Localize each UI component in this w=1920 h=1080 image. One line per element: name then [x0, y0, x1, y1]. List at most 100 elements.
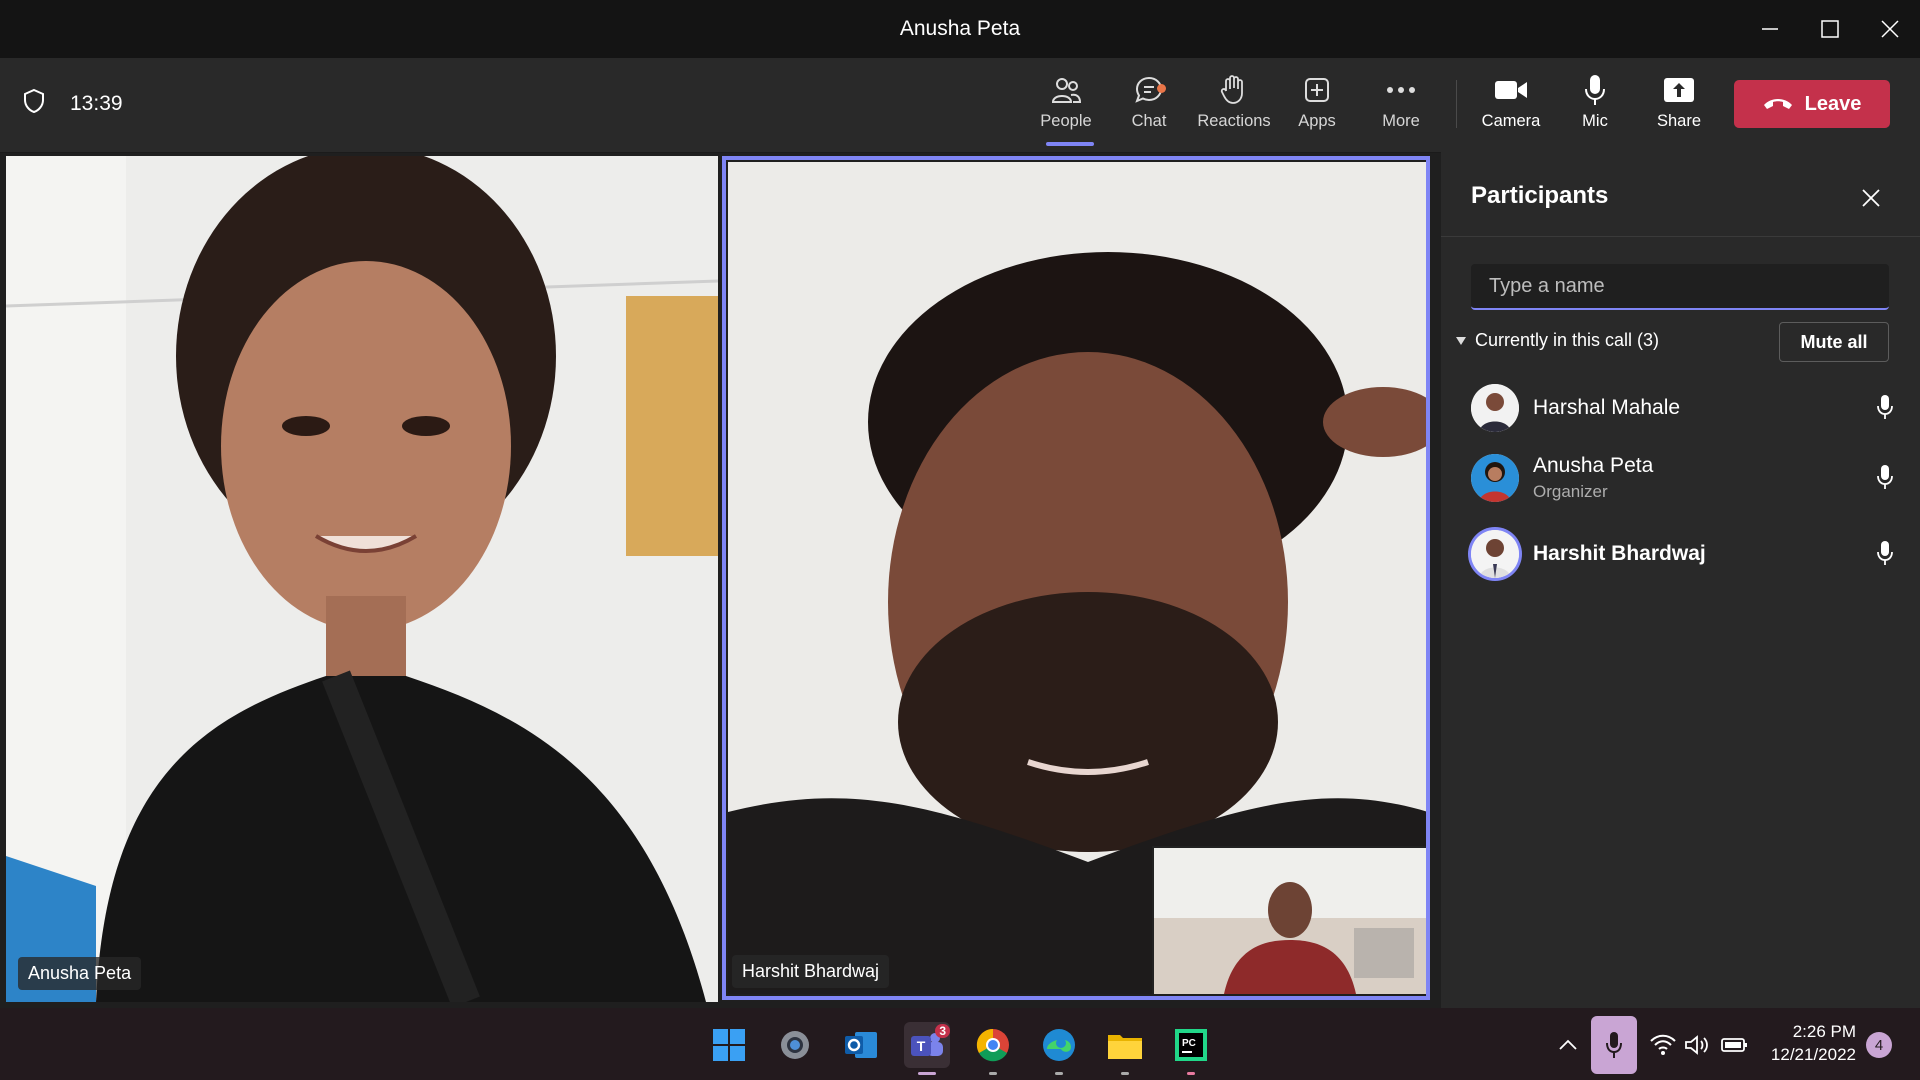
meeting-toolbar: 13:39 People Chat Reactions Apps More Ca… — [0, 58, 1920, 153]
folder-icon — [1108, 1035, 1142, 1059]
title-bar: Anusha Peta — [0, 0, 1920, 58]
active-tab-indicator — [1046, 142, 1094, 146]
participant-name: Harshit Bhardwaj — [1533, 542, 1706, 565]
mute-all-button[interactable]: Mute all — [1779, 322, 1889, 362]
participant-video-feed — [6, 156, 718, 1002]
active-app-indicator — [918, 1072, 936, 1075]
add-apps-icon — [1303, 72, 1331, 108]
reactions-button[interactable]: Reactions — [1192, 72, 1276, 142]
video-tile-anusha[interactable]: Anusha Peta — [6, 156, 718, 1002]
microphone-icon — [1877, 394, 1893, 425]
chrome-icon — [976, 1028, 1009, 1062]
shield-icon[interactable] — [22, 88, 46, 119]
toolbar-divider — [1456, 80, 1457, 128]
more-options-icon — [1386, 72, 1416, 108]
chat-label: Chat — [1131, 112, 1167, 130]
gear-icon — [781, 1031, 809, 1059]
participant-row[interactable]: Harshal Mahale — [1471, 380, 1901, 436]
mic-in-use-indicator[interactable] — [1591, 1016, 1637, 1074]
outlook-taskbar-button[interactable] — [838, 1022, 884, 1068]
leave-label: Leave — [1804, 92, 1862, 115]
microphone-icon — [1583, 72, 1607, 108]
pycharm-taskbar-button[interactable]: PC — [1168, 1022, 1214, 1075]
volume-icon[interactable] — [1684, 1022, 1710, 1068]
running-app-indicator — [1055, 1072, 1063, 1075]
video-name-tag: Anusha Peta — [18, 957, 142, 990]
minimize-icon — [1762, 28, 1778, 30]
file-explorer-taskbar-button[interactable] — [1102, 1022, 1148, 1075]
microphone-icon — [1877, 540, 1893, 571]
show-hidden-icons-button[interactable] — [1558, 1022, 1578, 1068]
people-button[interactable]: People — [1024, 72, 1108, 146]
close-panel-button[interactable] — [1853, 180, 1889, 216]
avatar — [1471, 530, 1519, 578]
edge-taskbar-button[interactable] — [1036, 1022, 1082, 1075]
maximize-icon — [1821, 20, 1839, 38]
running-app-indicator — [1187, 1072, 1195, 1075]
hang-up-icon — [1763, 93, 1793, 116]
microphone-icon — [1606, 1032, 1622, 1058]
participant-search-box[interactable] — [1471, 264, 1889, 310]
mic-button[interactable]: Mic — [1553, 72, 1637, 142]
participants-panel: Participants Currently in this call (3) … — [1441, 152, 1920, 1008]
participant-row[interactable]: Harshit Bhardwaj — [1471, 526, 1901, 582]
apps-button[interactable]: Apps — [1275, 72, 1359, 142]
close-window-button[interactable] — [1860, 0, 1920, 58]
svg-text:T: T — [917, 1038, 926, 1054]
pycharm-icon: PC — [1175, 1029, 1207, 1061]
notification-count-badge[interactable]: 4 — [1866, 1032, 1892, 1058]
participant-role: Organizer — [1533, 482, 1608, 501]
camera-button[interactable]: Camera — [1469, 72, 1553, 142]
running-app-indicator — [989, 1072, 997, 1075]
in-call-section-toggle[interactable]: Currently in this call (3) — [1455, 330, 1659, 351]
chat-button[interactable]: Chat — [1107, 72, 1191, 142]
participant-search-input[interactable] — [1487, 273, 1871, 299]
running-app-indicator — [1121, 1072, 1129, 1075]
clock-time: 2:26 PM — [1792, 1022, 1856, 1041]
chrome-taskbar-button[interactable] — [970, 1022, 1016, 1075]
windows-start-button[interactable] — [706, 1022, 752, 1068]
svg-text:PC: PC — [1182, 1038, 1196, 1049]
teams-notification-badge: 3 — [935, 1024, 950, 1038]
participant-row[interactable]: Anusha Peta Organizer — [1471, 450, 1901, 506]
system-clock[interactable]: 2:26 PM 12/21/2022 — [1760, 1020, 1856, 1066]
close-icon — [1881, 20, 1899, 38]
section-label: Currently in this call (3) — [1475, 330, 1660, 350]
leave-button[interactable]: Leave — [1734, 80, 1890, 128]
microphone-icon — [1877, 464, 1893, 495]
clock-date: 12/21/2022 — [1770, 1045, 1856, 1064]
more-button[interactable]: More — [1359, 72, 1443, 142]
caret-down-icon — [1456, 336, 1466, 345]
participant-name: Anusha Peta — [1533, 454, 1654, 477]
share-button[interactable]: Share — [1637, 72, 1721, 142]
chevron-up-icon — [1559, 1039, 1577, 1050]
window-controls — [1740, 0, 1920, 58]
meeting-timer: 13:39 — [70, 91, 123, 115]
camera-icon — [1494, 72, 1528, 108]
close-icon — [1862, 189, 1880, 207]
outlook-icon — [845, 1032, 877, 1058]
self-view-video[interactable] — [1152, 846, 1426, 994]
mic-label: Mic — [1582, 112, 1608, 130]
share-screen-icon — [1663, 72, 1695, 108]
windows-logo-icon — [713, 1029, 745, 1061]
chat-unread-dot — [1157, 84, 1166, 93]
minimize-button[interactable] — [1740, 0, 1800, 58]
teams-taskbar-button[interactable]: T 3 — [904, 1022, 950, 1075]
avatar — [1471, 454, 1519, 502]
share-label: Share — [1656, 112, 1702, 130]
more-label: More — [1382, 112, 1420, 130]
panel-title: Participants — [1471, 182, 1609, 209]
battery-icon[interactable] — [1720, 1022, 1748, 1068]
window-title: Anusha Peta — [899, 17, 1021, 40]
apps-label: Apps — [1298, 112, 1336, 130]
maximize-button[interactable] — [1800, 0, 1860, 58]
self-video-feed — [1154, 848, 1426, 994]
avatar — [1471, 384, 1519, 432]
people-label: People — [1040, 112, 1092, 130]
wifi-icon[interactable] — [1650, 1022, 1676, 1068]
settings-taskbar-button[interactable] — [772, 1022, 818, 1068]
panel-divider — [1441, 236, 1920, 237]
participant-name: Harshal Mahale — [1533, 396, 1681, 419]
edge-icon — [1043, 1029, 1075, 1061]
